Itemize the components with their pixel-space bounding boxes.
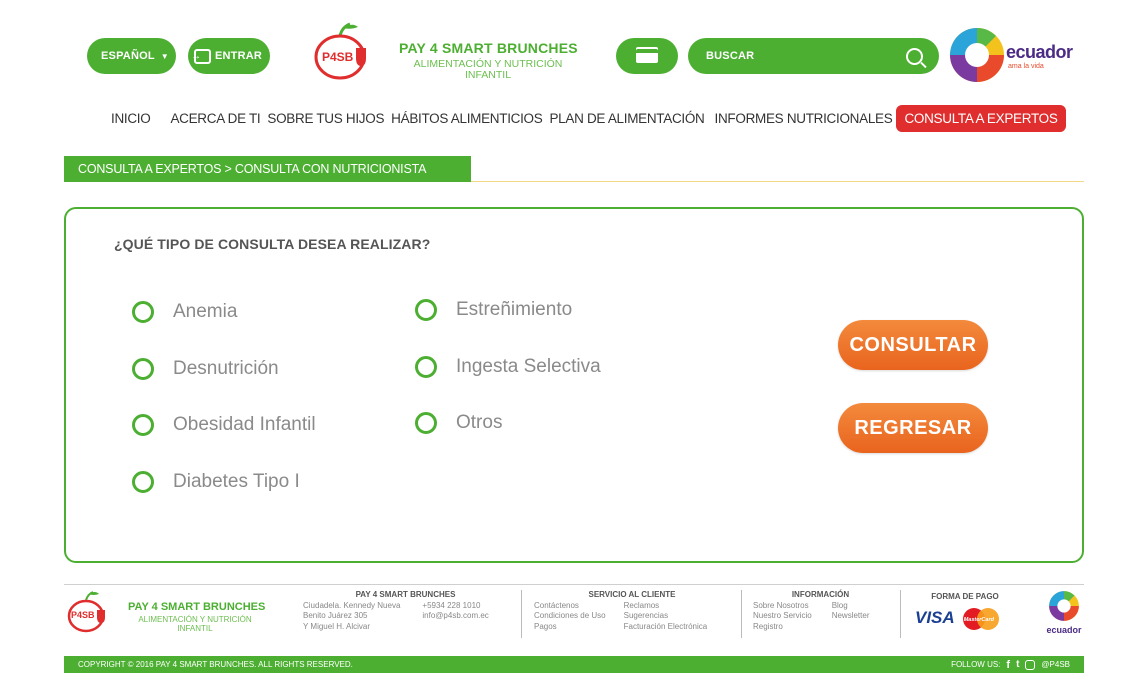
footer-link[interactable]: Condiciones de Uso [534, 611, 606, 622]
follow-label: FOLLOW US: [951, 660, 1001, 669]
radio-button[interactable] [415, 356, 437, 378]
footer-address-line: Benito Juárez 305 [303, 611, 368, 620]
footer-payment-heading: FORMA DE PAGO [931, 592, 999, 601]
nav-plan-de-alimentacion[interactable]: PLAN DE ALIMENTACIÓN [549, 111, 704, 126]
option-ingesta-selectiva[interactable]: Ingesta Selectiva [415, 356, 601, 378]
mastercard-logo: MasterCard [962, 607, 999, 630]
nav-acerca-de-ti[interactable]: ACERCA DE TI [170, 111, 260, 126]
footer-link[interactable]: Facturación Electrónica [624, 622, 708, 633]
footer-ecuador-wordmark: ecuador [1046, 625, 1082, 635]
option-desnutricion[interactable]: Desnutrición [132, 358, 279, 380]
breadcrumb: CONSULTA A EXPERTOS > CONSULTA CON NUTRI… [64, 156, 471, 182]
footer-phone[interactable]: +5934 228 1010 [422, 601, 488, 612]
login-icon: → [191, 48, 211, 64]
twitter-icon[interactable]: t [1016, 659, 1019, 670]
language-label: ESPAÑOL [101, 50, 155, 62]
logo-text: P4SB [322, 50, 354, 64]
p4sb-logo[interactable]: P4SB [312, 22, 378, 80]
language-selector[interactable]: ESPAÑOL ▼ [87, 38, 176, 74]
footer-info-heading: INFORMACIÓN [791, 590, 850, 599]
footer-link[interactable]: Contáctenos [534, 601, 606, 612]
option-otros[interactable]: Otros [415, 412, 502, 434]
consult-card [64, 207, 1084, 563]
footer-contact-heading: PAY 4 SMART BRUNCHES [355, 590, 456, 599]
ecuador-tagline: ama la vida [1008, 63, 1044, 70]
nav-habitos-alimenticios[interactable]: HÁBITOS ALIMENTICIOS [391, 111, 543, 126]
ecuador-sun-icon [1049, 591, 1079, 621]
search-bar[interactable]: BUSCAR [688, 38, 939, 74]
footer-divider [64, 584, 1084, 585]
footer-email[interactable]: info@p4sb.com.ec [422, 611, 488, 622]
footer-contact: PAY 4 SMART BRUNCHES Ciudadela. Kennedy … [303, 590, 508, 632]
social-handle: @P4SB [1041, 660, 1070, 669]
footer-logo-text: P4SB [71, 610, 95, 620]
search-input[interactable]: BUSCAR [706, 50, 906, 62]
footer-brand-title: PAY 4 SMART BRUNCHES [128, 601, 266, 613]
footer-link[interactable]: Reclamos [624, 601, 708, 612]
ecuador-logo: ecuador ama la vida [948, 26, 1073, 84]
main-nav: INICIO ACERCA DE TI SOBRE TUS HIJOS HÁBI… [111, 105, 1066, 132]
footer-separator [521, 590, 522, 638]
ecuador-wordmark: ecuador [1006, 42, 1073, 62]
nav-consulta-a-expertos[interactable]: CONSULTA A EXPERTOS [896, 105, 1066, 132]
option-anemia[interactable]: Anemia [132, 301, 237, 323]
footer-separator [741, 590, 742, 638]
option-estrenimiento[interactable]: Estreñimiento [415, 299, 572, 321]
card-icon [636, 49, 658, 63]
option-obesidad-infantil[interactable]: Obesidad Infantil [132, 414, 316, 436]
footer-link[interactable]: Sugerencias [624, 611, 708, 622]
nav-inicio[interactable]: INICIO [111, 111, 151, 126]
footer-address-line: Ciudadela. Kennedy Nueva [303, 600, 401, 610]
visa-logo: VISA [915, 608, 955, 628]
footer-brand-subtitle: ALIMENTACIÓN Y NUTRICIÓN INFANTIL [138, 615, 252, 633]
radio-button[interactable] [415, 412, 437, 434]
brand-subtitle: ALIMENTACIÓN Y NUTRICIÓN INFANTIL [413, 58, 563, 81]
radio-button[interactable] [132, 414, 154, 436]
brand-title: PAY 4 SMART BRUNCHES [399, 40, 578, 56]
option-diabetes-tipo-i[interactable]: Diabetes Tipo I [132, 471, 300, 493]
breadcrumb-divider [471, 181, 1084, 182]
login-button[interactable]: → ENTRAR [188, 38, 270, 74]
copyright-text: COPYRIGHT © 2016 PAY 4 SMART BRUNCHES. A… [78, 660, 353, 669]
ecuador-sun-icon [950, 28, 1004, 82]
footer-logo[interactable]: P4SB [66, 590, 112, 634]
payment-card-button[interactable] [616, 38, 678, 74]
footer-separator [900, 590, 901, 638]
radio-button[interactable] [132, 301, 154, 323]
nav-informes-nutricionales[interactable]: INFORMES NUTRICIONALES [715, 111, 893, 126]
consult-button[interactable]: CONSULTAR [838, 320, 988, 370]
caret-down-icon: ▼ [160, 51, 169, 61]
footer-link[interactable]: Newsletter [832, 611, 870, 622]
copyright-bar: COPYRIGHT © 2016 PAY 4 SMART BRUNCHES. A… [64, 656, 1084, 673]
facebook-icon[interactable]: f [1006, 659, 1010, 671]
footer-link[interactable]: Blog [832, 601, 870, 612]
footer-address-line: Y Miguel H. Alcivar [303, 621, 370, 631]
footer-link[interactable]: Registro [753, 622, 812, 633]
social-links: FOLLOW US: f t @P4SB [951, 659, 1070, 671]
nav-sobre-tus-hijos[interactable]: SOBRE TUS HIJOS [267, 111, 384, 126]
footer-link[interactable]: Sobre Nosotros [753, 601, 812, 612]
radio-button[interactable] [132, 471, 154, 493]
footer-link[interactable]: Pagos [534, 622, 606, 633]
radio-button[interactable] [415, 299, 437, 321]
instagram-icon[interactable] [1025, 659, 1036, 670]
footer-info: INFORMACIÓN Sobre Nosotros Nuestro Servi… [753, 590, 888, 632]
footer-link[interactable]: Nuestro Servicio [753, 611, 812, 622]
login-label: ENTRAR [215, 50, 263, 62]
question-title: ¿QUÉ TIPO DE CONSULTA DESEA REALIZAR? [114, 236, 431, 252]
footer-payment: FORMA DE PAGO VISA MasterCard [915, 592, 1015, 630]
footer-service-heading: SERVICIO AL CLIENTE [588, 590, 676, 599]
footer-service: SERVICIO AL CLIENTE Contáctenos Condicio… [534, 590, 730, 632]
radio-button[interactable] [132, 358, 154, 380]
back-button[interactable]: REGRESAR [838, 403, 988, 453]
footer-ecuador-logo: ecuador [1044, 590, 1084, 638]
search-icon[interactable] [906, 47, 927, 68]
